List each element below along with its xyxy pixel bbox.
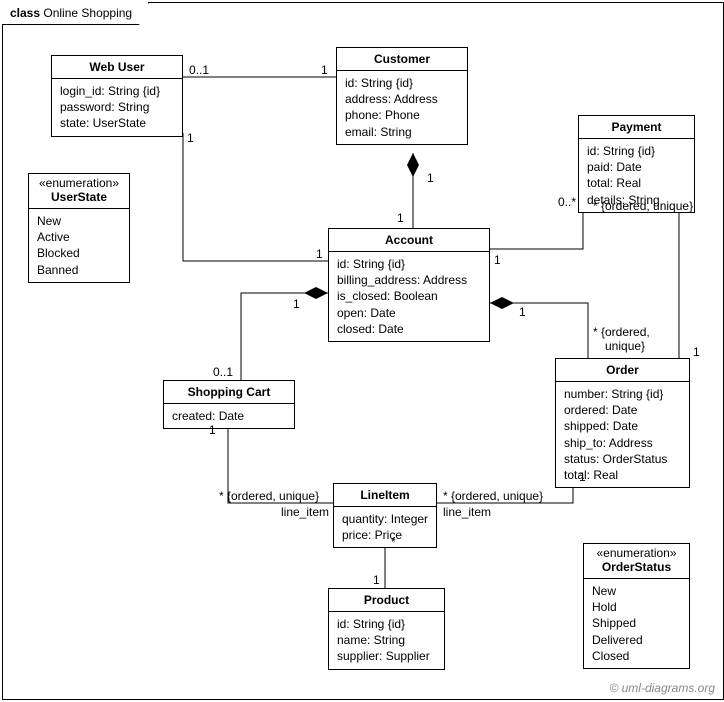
enum-literals: New Active Blocked Banned: [29, 209, 129, 282]
class-title: Web User: [52, 56, 182, 79]
class-line-item: LineItem quantity: Integer price: Price: [333, 483, 437, 548]
multiplicity: 1: [209, 423, 216, 437]
literal: Delivered: [592, 632, 681, 648]
stereotype: «enumeration»: [29, 174, 129, 190]
class-account: Account id: String {id} billing_address:…: [328, 228, 490, 342]
attr: is_closed: Boolean: [337, 288, 481, 304]
attr: number: String {id}: [564, 386, 681, 402]
multiplicity: * {ordered, unique}: [443, 489, 543, 503]
multiplicity: * {ordered, unique}: [593, 199, 693, 213]
literal: Closed: [592, 648, 681, 664]
frame-title: Online Shopping: [43, 6, 132, 20]
multiplicity: 1: [397, 211, 404, 225]
attr: quantity: Integer: [342, 511, 428, 527]
class-attrs: id: String {id} name: String supplier: S…: [329, 612, 444, 669]
attr: supplier: Supplier: [337, 648, 436, 664]
multiplicity: 1: [293, 297, 300, 311]
literal: Hold: [592, 599, 681, 615]
class-title: Product: [329, 589, 444, 612]
attr: password: String: [60, 99, 174, 115]
class-web-user: Web User login_id: String {id} password:…: [51, 55, 183, 137]
attr: status: OrderStatus: [564, 451, 681, 467]
multiplicity: 0..1: [189, 63, 209, 77]
class-title: Payment: [579, 116, 694, 139]
attr: state: UserState: [60, 115, 174, 131]
diagram-frame: class Online Shopping Web User login_id:…: [2, 2, 724, 700]
multiplicity: 1: [494, 253, 501, 267]
class-product: Product id: String {id} name: String sup…: [328, 588, 445, 670]
class-title: Account: [329, 229, 489, 252]
class-attrs: number: String {id} ordered: Date shippe…: [556, 382, 689, 487]
attr: id: String {id}: [345, 75, 459, 91]
multiplicity: unique}: [605, 339, 645, 353]
class-customer: Customer id: String {id} address: Addres…: [336, 47, 468, 145]
enum-literals: New Hold Shipped Delivered Closed: [584, 579, 689, 668]
attr: billing_address: Address: [337, 272, 481, 288]
multiplicity: 1: [321, 63, 328, 77]
attr: open: Date: [337, 305, 481, 321]
multiplicity: * {ordered,: [593, 325, 650, 339]
enum-user-state: «enumeration» UserState New Active Block…: [28, 173, 130, 283]
class-title: UserState: [29, 190, 129, 209]
frame-kind: class: [10, 6, 40, 20]
frame-label: class Online Shopping: [2, 2, 149, 25]
enum-order-status: «enumeration» OrderStatus New Hold Shipp…: [583, 543, 690, 669]
attr: ordered: Date: [564, 402, 681, 418]
attr: closed: Date: [337, 321, 481, 337]
multiplicity: * {ordered, unique}: [219, 489, 319, 503]
attr: id: String {id}: [337, 256, 481, 272]
literal: Active: [37, 229, 121, 245]
class-shopping-cart: Shopping Cart created: Date: [163, 380, 295, 429]
class-title: Customer: [337, 48, 467, 71]
class-attrs: created: Date: [164, 404, 294, 428]
class-attrs: id: String {id} address: Address phone: …: [337, 71, 467, 144]
attr: login_id: String {id}: [60, 83, 174, 99]
attr: ship_to: Address: [564, 435, 681, 451]
attr: id: String {id}: [587, 143, 686, 159]
copyright: © uml-diagrams.org: [609, 681, 715, 695]
multiplicity: 1: [187, 131, 194, 145]
multiplicity: 1: [519, 305, 526, 319]
multiplicity: 0..*: [558, 195, 576, 209]
literal: Blocked: [37, 245, 121, 261]
role-name: line_item: [443, 505, 491, 519]
class-order: Order number: String {id} ordered: Date …: [555, 358, 690, 488]
class-title: Order: [556, 359, 689, 382]
multiplicity: 1: [373, 573, 380, 587]
attr: address: Address: [345, 91, 459, 107]
attr: total: Real: [587, 175, 686, 191]
role-name: line_item: [281, 505, 329, 519]
attr: paid: Date: [587, 159, 686, 175]
attr: email: String: [345, 124, 459, 140]
attr: price: Price: [342, 527, 428, 543]
attr: phone: Phone: [345, 107, 459, 123]
multiplicity: 1: [427, 171, 434, 185]
multiplicity: 1: [316, 247, 323, 261]
multiplicity: 1: [693, 345, 700, 359]
literal: New: [592, 583, 681, 599]
attr: shipped: Date: [564, 418, 681, 434]
class-attrs: login_id: String {id} password: String s…: [52, 79, 182, 136]
attr: created: Date: [172, 408, 286, 424]
literal: New: [37, 213, 121, 229]
attr: name: String: [337, 632, 436, 648]
class-attrs: id: String {id} billing_address: Address…: [329, 252, 489, 341]
class-title: Shopping Cart: [164, 381, 294, 404]
literal: Shipped: [592, 615, 681, 631]
multiplicity: 0..1: [213, 365, 233, 379]
class-title: OrderStatus: [584, 560, 689, 579]
attr: id: String {id}: [337, 616, 436, 632]
multiplicity: 1: [579, 470, 586, 484]
class-attrs: quantity: Integer price: Price: [334, 507, 436, 547]
stereotype: «enumeration»: [584, 544, 689, 560]
literal: Banned: [37, 262, 121, 278]
class-title: LineItem: [334, 484, 436, 507]
multiplicity: *: [391, 535, 396, 549]
